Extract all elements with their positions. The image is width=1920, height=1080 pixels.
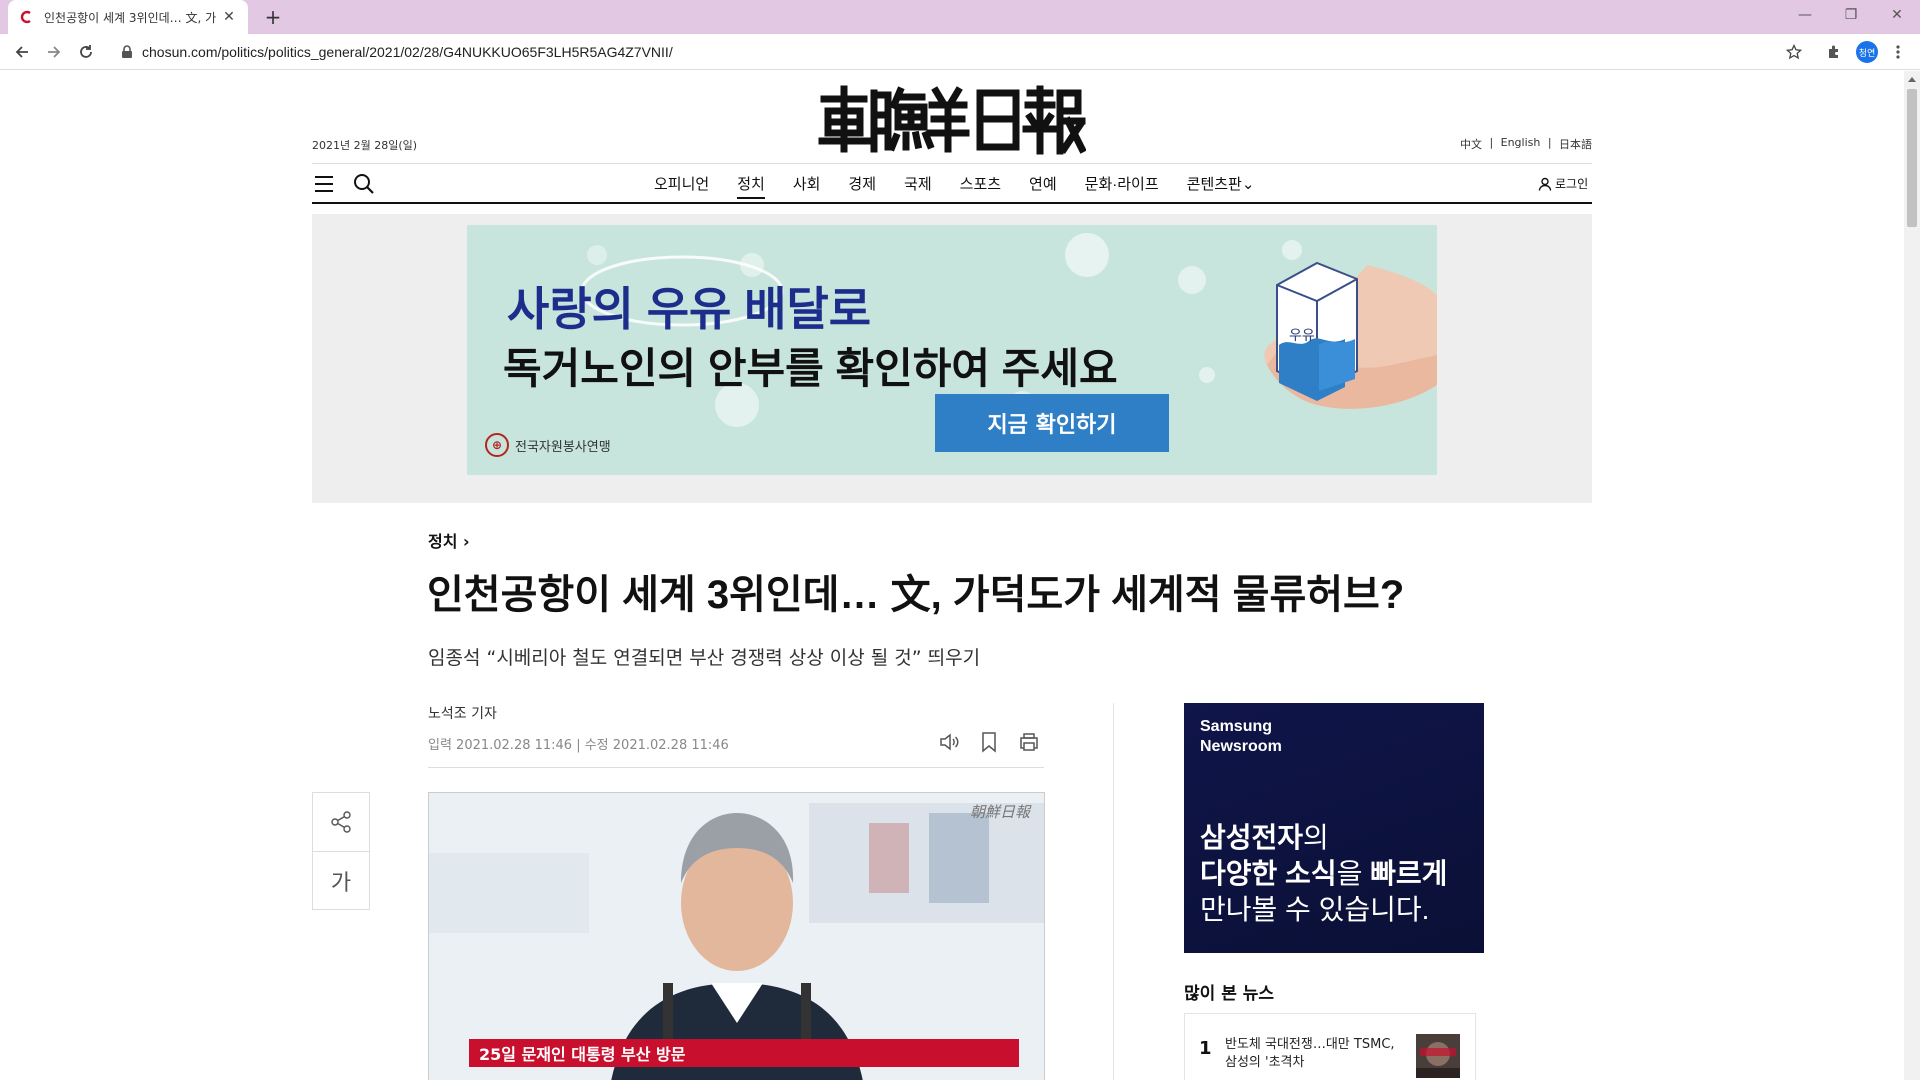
scroll-thumb[interactable] <box>1907 89 1917 227</box>
popular-headline[interactable]: 반도체 국대전쟁…대만 TSMC, 삼성의 '초격차 <box>1225 1036 1395 1072</box>
article-photo[interactable]: 朝鮮日報 25일 문재인 대통령 부산 방문 <box>428 792 1045 1080</box>
ad-headline: 사랑의 우유 배달로 <box>507 283 872 335</box>
scroll-up-arrow-icon[interactable] <box>1908 77 1916 82</box>
lang-chinese-link[interactable]: 中文 <box>1460 136 1482 152</box>
ad-subheadline: 독거노인의 안부를 확인하여 주세요 <box>503 345 1118 392</box>
address-bar[interactable]: chosun.com/politics/politics_general/202… <box>142 44 673 60</box>
user-icon <box>1538 177 1552 191</box>
samsung-ad-message: 삼성전자의 다양한 소식을 빠르게 만나볼 수 있습니다. <box>1200 820 1447 928</box>
bookmark-icon[interactable] <box>978 731 1000 753</box>
samsung-msg-rest1: 의 <box>1303 822 1329 853</box>
popular-news-item[interactable]: 1 반도체 국대전쟁…대만 TSMC, 삼성의 '초격차 <box>1184 1013 1476 1080</box>
bookmark-star-icon[interactable] <box>1782 40 1806 64</box>
samsung-brand-line2: Newsroom <box>1200 738 1282 755</box>
lang-english-link[interactable]: English <box>1501 136 1541 152</box>
reload-icon[interactable] <box>72 38 100 66</box>
text-to-speech-icon[interactable] <box>938 731 960 753</box>
nav-item-economy[interactable]: 경제 <box>834 173 890 199</box>
popular-rank: 1 <box>1199 1038 1212 1059</box>
page-scrollbar[interactable] <box>1904 71 1920 1080</box>
nav-item-society[interactable]: 사회 <box>779 173 835 199</box>
samsung-msg-bold2: 다양한 소식 <box>1200 858 1337 889</box>
nav-item-contents[interactable]: 콘텐츠판⌄ <box>1173 173 1269 199</box>
share-icon <box>331 811 351 833</box>
nav-item-sports[interactable]: 스포츠 <box>946 173 1015 199</box>
ad-band: 우유 사랑의 우유 배달로 독거노인의 안부를 확인하여 주세요 지금 확인하기… <box>312 214 1592 503</box>
byline-divider <box>428 767 1044 768</box>
volunteer-federation-logo-icon: ⊕ <box>485 433 509 457</box>
lock-icon[interactable] <box>120 45 134 59</box>
new-tab-button[interactable]: + <box>260 5 286 29</box>
section-nav: 오피니언 정치 사회 경제 국제 스포츠 연예 문화·라이프 콘텐츠판⌄ <box>640 173 1268 199</box>
login-label: 로그인 <box>1555 177 1589 191</box>
nav-item-politics[interactable]: 정치 <box>723 173 779 199</box>
browser-tab[interactable]: 인천공항이 세계 3위인데… 文, 가 ✕ <box>8 0 248 34</box>
nav-item-culture-life[interactable]: 문화·라이프 <box>1071 173 1173 199</box>
login-button[interactable]: 로그인 <box>1538 175 1588 192</box>
forward-icon[interactable] <box>40 38 68 66</box>
article-dates: 입력 2021.02.28 11:46 | 수정 2021.02.28 11:4… <box>428 738 729 753</box>
article-subheadline: 임종석 “시베리아 철도 연결되면 부산 경쟁력 상상 이상 될 것” 띄우기 <box>428 647 981 669</box>
samsung-msg-line3: 만나볼 수 있습니다. <box>1200 894 1430 925</box>
thumbnail-image <box>1416 1034 1460 1078</box>
profile-avatar[interactable]: 청연 <box>1856 41 1878 63</box>
browser-menu-icon[interactable] <box>1886 40 1910 64</box>
photo-scene <box>429 793 1044 1080</box>
popular-thumbnail[interactable] <box>1416 1034 1460 1078</box>
restore-button[interactable]: ❐ <box>1828 0 1874 30</box>
samsung-msg-bold3: 빠르게 <box>1370 858 1448 889</box>
font-size-button[interactable]: 가 <box>313 851 369 909</box>
nav-item-entertainment[interactable]: 연예 <box>1015 173 1071 199</box>
nav-item-opinion[interactable]: 오피니언 <box>640 173 723 199</box>
nav-item-international[interactable]: 국제 <box>890 173 946 199</box>
chosun-favicon-icon <box>18 9 34 25</box>
article-headline: 인천공항이 세계 3위인데… 文, 가덕도가 세계적 물류허브? <box>427 573 1405 617</box>
ad-organization: ⊕ 전국자원봉사연맹 <box>485 433 611 457</box>
article-tools <box>938 731 1040 753</box>
lang-japanese-link[interactable]: 日本語 <box>1559 136 1592 152</box>
ad-org-name: 전국자원봉사연맹 <box>515 439 611 455</box>
language-links: 中文 | English | 日本語 <box>1460 136 1592 152</box>
side-toolbar: 가 <box>312 792 370 910</box>
web-page: 2021년 2월 28일(일) 中文 | English | 日本語 오피니언 … <box>0 71 1904 1080</box>
header-divider <box>312 163 1592 164</box>
lang-separator: | <box>1547 136 1552 149</box>
photo-watermark-logo: 朝鮮日報 <box>969 803 1030 821</box>
current-date: 2021년 2월 28일(일) <box>312 139 418 152</box>
photo-caption: 25일 문재인 대통령 부산 방문 <box>469 1039 1019 1067</box>
chosun-ilbo-logo[interactable] <box>818 85 1086 155</box>
search-icon[interactable] <box>353 173 375 195</box>
back-icon[interactable] <box>8 38 36 66</box>
print-icon[interactable] <box>1018 731 1040 753</box>
lang-separator: | <box>1489 136 1494 149</box>
samsung-brand-line1: Samsung <box>1200 718 1273 735</box>
tab-title: 인천공항이 세계 3위인데… 文, 가 <box>44 10 217 25</box>
minimize-button[interactable]: — <box>1782 0 1828 30</box>
share-button[interactable] <box>313 793 369 851</box>
reporter-byline[interactable]: 노석조 기자 <box>428 703 497 723</box>
popular-news-title: 많이 본 뉴스 <box>1184 984 1275 1004</box>
nav-divider <box>312 202 1592 204</box>
samsung-msg-bold1: 삼성전자 <box>1200 822 1304 853</box>
extensions-icon[interactable] <box>1822 40 1846 64</box>
tab-close-icon[interactable]: ✕ <box>220 8 238 26</box>
samsung-msg-mid: 을 <box>1336 858 1371 889</box>
hamburger-menu-icon[interactable] <box>314 175 334 193</box>
close-window-button[interactable]: ✕ <box>1874 0 1920 30</box>
section-breadcrumb[interactable]: 정치 › <box>428 528 470 552</box>
samsung-newsroom-ad[interactable]: Samsung Newsroom 삼성전자의 다양한 소식을 빠르게 만나볼 수… <box>1184 703 1484 953</box>
milk-carton-label: 우유 <box>1289 328 1315 344</box>
column-divider <box>1113 703 1114 1080</box>
milk-delivery-ad[interactable]: 우유 사랑의 우유 배달로 독거노인의 안부를 확인하여 주세요 지금 확인하기… <box>467 225 1437 475</box>
browser-toolbar: chosun.com/politics/politics_general/202… <box>0 34 1920 70</box>
samsung-brand: Samsung Newsroom <box>1200 717 1282 757</box>
browser-tabstrip: 인천공항이 세계 3위인데… 文, 가 ✕ + — ❐ ✕ <box>0 0 1920 34</box>
ad-cta-button[interactable]: 지금 확인하기 <box>935 394 1169 452</box>
